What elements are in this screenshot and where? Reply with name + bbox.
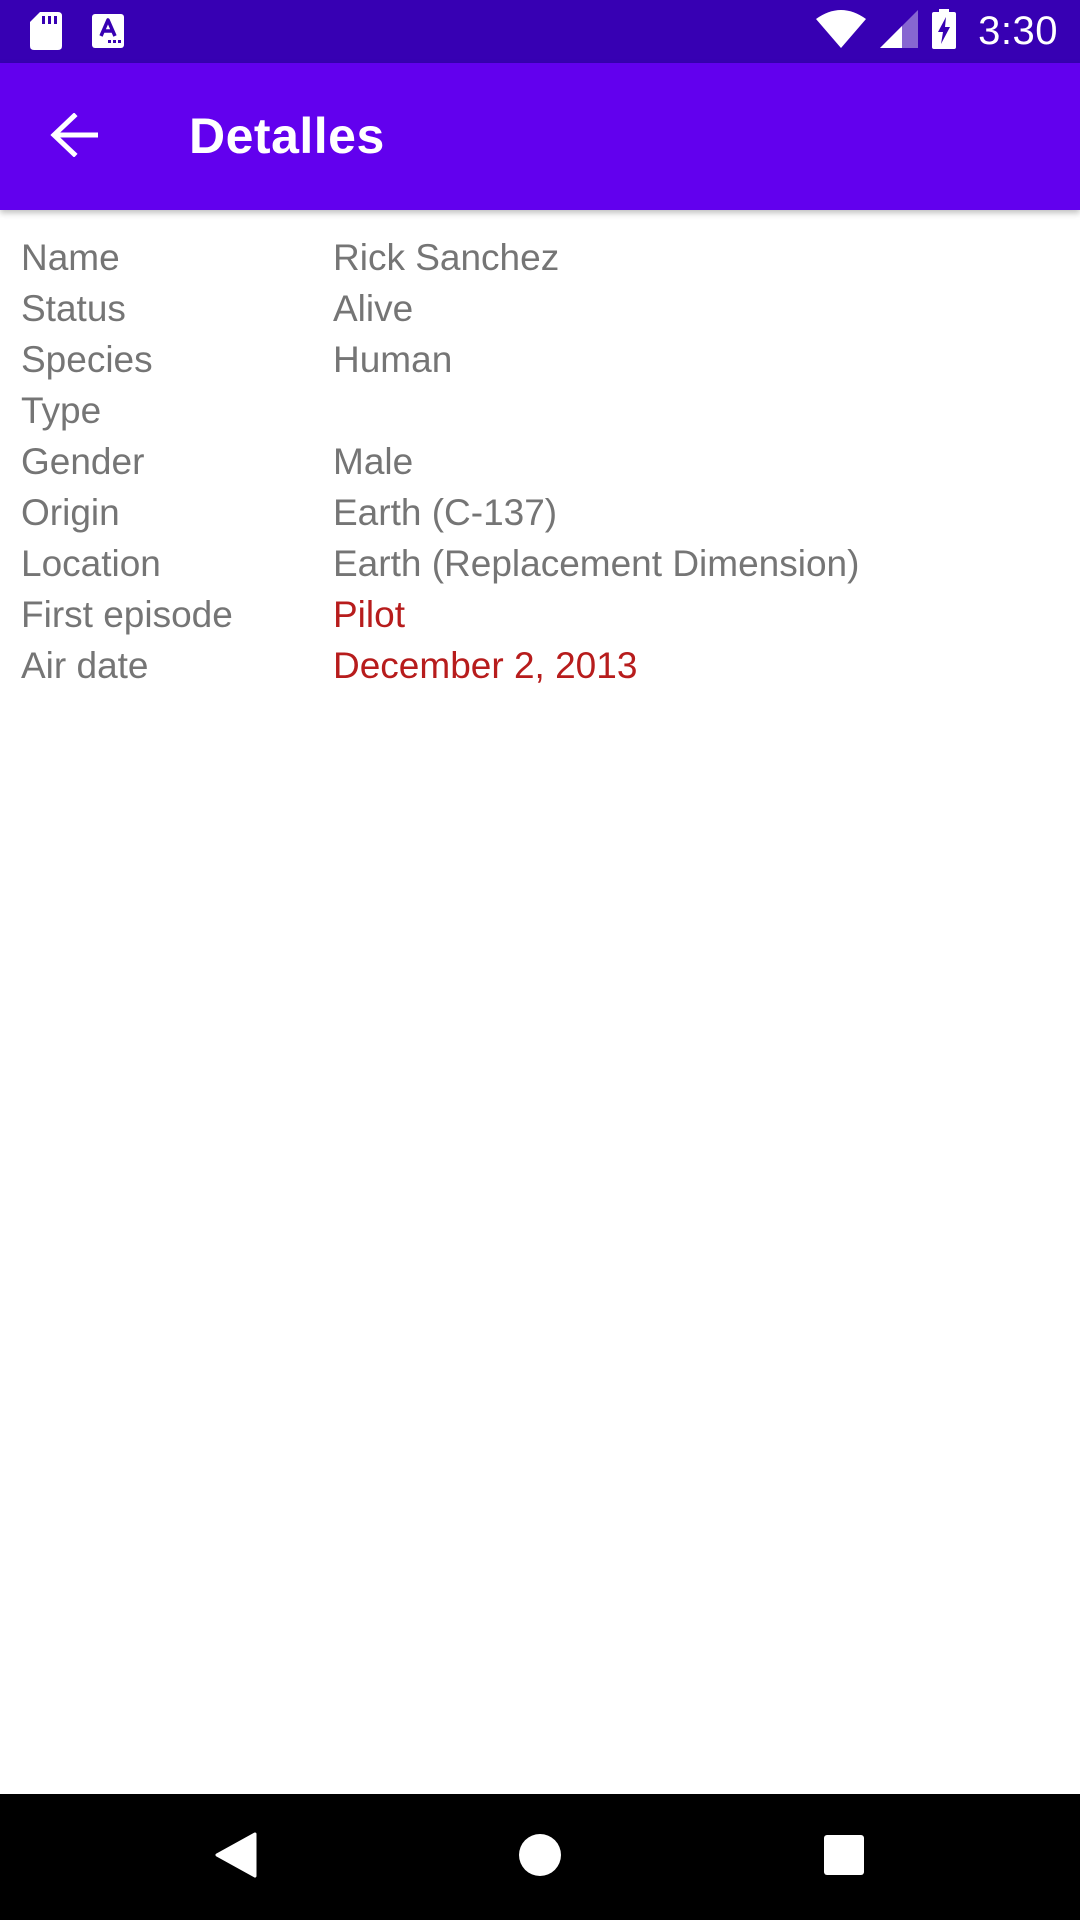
detail-row-air-date: Air date December 2, 2013 xyxy=(21,640,1061,691)
cellular-signal-icon xyxy=(880,10,919,53)
status-bar-time: 3:30 xyxy=(978,9,1058,53)
app-bar: Detalles xyxy=(0,63,1080,210)
text-notification-icon xyxy=(92,14,124,53)
detail-row-location: Location Earth (Replacement Dimension) xyxy=(21,538,1061,589)
detail-label: Status xyxy=(21,287,126,329)
page-title: Detalles xyxy=(189,108,385,164)
detail-value: Human xyxy=(333,338,453,380)
battery-charging-icon xyxy=(932,9,957,54)
wifi-icon xyxy=(816,10,867,53)
detail-value: Male xyxy=(333,440,414,482)
detail-row-species: Species Human xyxy=(21,334,1061,385)
status-bar: 3:30 xyxy=(0,0,1080,63)
nav-recents-button[interactable] xyxy=(809,1822,879,1892)
first-episode-link[interactable]: Pilot xyxy=(333,594,405,636)
back-button[interactable] xyxy=(38,101,110,173)
detail-value: Rick Sanchez xyxy=(333,236,560,278)
detail-label: Species xyxy=(21,338,153,380)
back-triangle-icon xyxy=(215,1832,257,1883)
navigation-bar xyxy=(0,1794,1080,1920)
detail-label: Location xyxy=(21,542,161,584)
detail-value: Earth (C-137) xyxy=(333,491,558,533)
detail-label: Name xyxy=(21,236,120,278)
detail-row-gender: Gender Male xyxy=(21,436,1061,487)
arrow-back-icon xyxy=(50,111,99,162)
detail-label: Type xyxy=(21,389,102,431)
character-details: Name Rick Sanchez Status Alive Species H… xyxy=(21,232,1061,691)
detail-row-origin: Origin Earth (C-137) xyxy=(21,487,1061,538)
detail-value: Alive xyxy=(333,287,414,329)
status-bar-system-icons: 3:30 xyxy=(816,0,1058,63)
home-circle-icon xyxy=(518,1833,562,1882)
nav-back-button[interactable] xyxy=(201,1822,271,1892)
detail-label: Air date xyxy=(21,644,149,686)
detail-row-type: Type xyxy=(21,385,1061,436)
nav-home-button[interactable] xyxy=(505,1822,575,1892)
detail-value: Earth (Replacement Dimension) xyxy=(333,542,860,584)
detail-row-status: Status Alive xyxy=(21,283,1061,334)
status-bar-notifications xyxy=(30,12,124,55)
detail-row-name: Name Rick Sanchez xyxy=(21,232,1061,283)
detail-label: First episode xyxy=(21,593,233,635)
detail-label: Gender xyxy=(21,440,145,482)
detail-label: Origin xyxy=(21,491,120,533)
recents-square-icon xyxy=(824,1834,864,1880)
sd-card-icon xyxy=(30,12,62,55)
air-date-value: December 2, 2013 xyxy=(333,644,638,686)
detail-row-first-episode: First episode Pilot xyxy=(21,589,1061,640)
